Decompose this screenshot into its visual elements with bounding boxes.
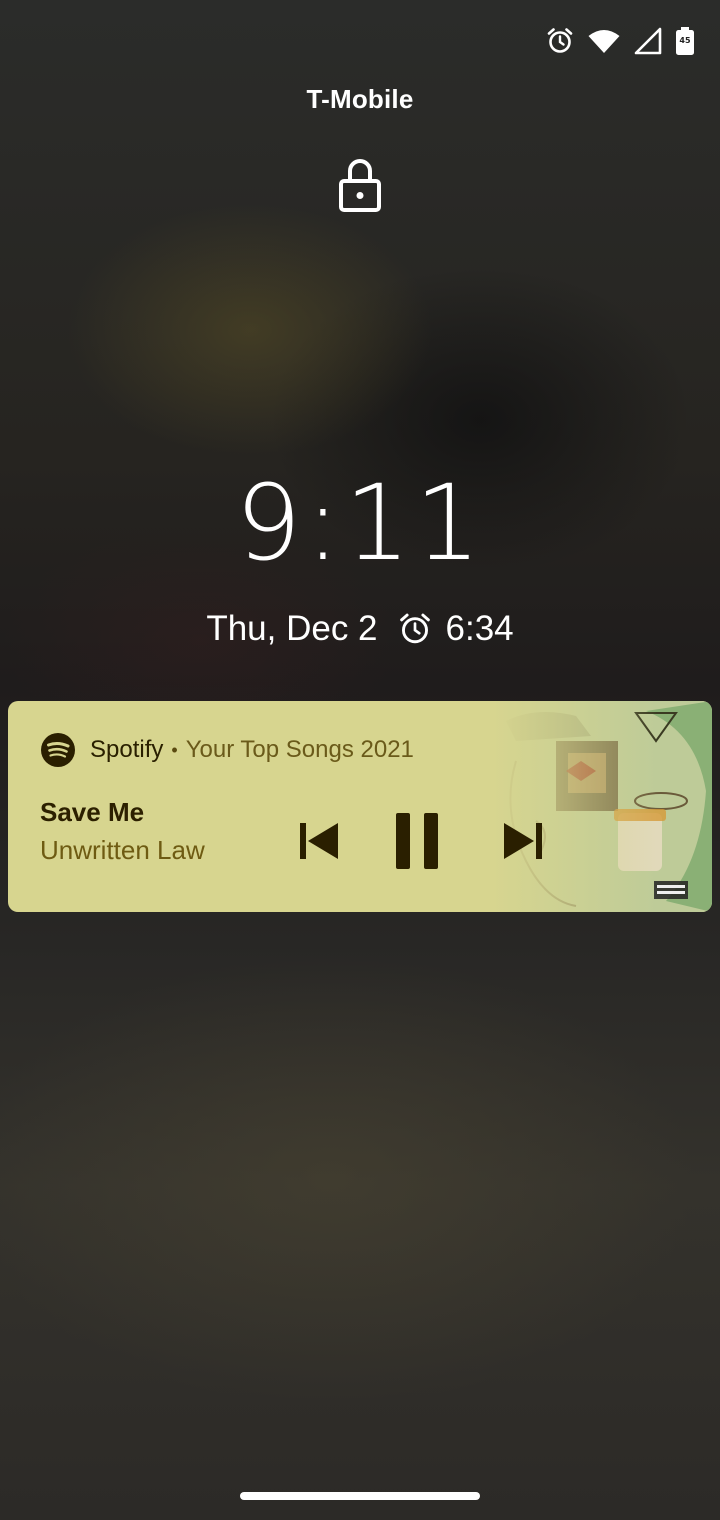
- track-title: Save Me: [40, 797, 145, 827]
- date-alarm-row: Thu, Dec 2 6:34: [0, 606, 720, 652]
- lockscreen-clock: 9:11: [235, 462, 485, 584]
- next-alarm-time: 6:34: [445, 609, 514, 648]
- battery-icon: 45: [676, 27, 694, 55]
- media-app-name: Spotify: [90, 736, 164, 763]
- status-bar: 45: [546, 24, 694, 58]
- battery-level: 45: [679, 36, 691, 45]
- home-gesture-bar[interactable]: [240, 1492, 480, 1500]
- carrier-label: T-Mobile: [306, 84, 414, 114]
- cell-signal-icon: [634, 27, 662, 55]
- next-icon[interactable]: [500, 821, 544, 861]
- media-separator: •: [171, 739, 178, 760]
- album-art-fade: [492, 701, 712, 912]
- lock-screen: 45 T-Mobile 9:11 Thu, Dec 2 6:34 Spotify…: [0, 0, 720, 1520]
- alarm-icon: [547, 28, 573, 53]
- wifi-icon: [588, 30, 620, 53]
- media-notification-card[interactable]: Spotify • Your Top Songs 2021 Save Me Un…: [8, 701, 712, 912]
- alarm-icon: [399, 613, 430, 644]
- track-artist: Unwritten Law: [40, 835, 205, 865]
- media-app-row: Spotify • Your Top Songs 2021: [40, 731, 414, 769]
- previous-icon[interactable]: [298, 821, 342, 861]
- spotify-logo-icon: [41, 733, 75, 767]
- pause-icon[interactable]: [394, 813, 440, 869]
- lock-icon[interactable]: [335, 154, 385, 214]
- date-label: Thu, Dec 2: [206, 609, 378, 648]
- media-context: Your Top Songs 2021: [185, 736, 414, 763]
